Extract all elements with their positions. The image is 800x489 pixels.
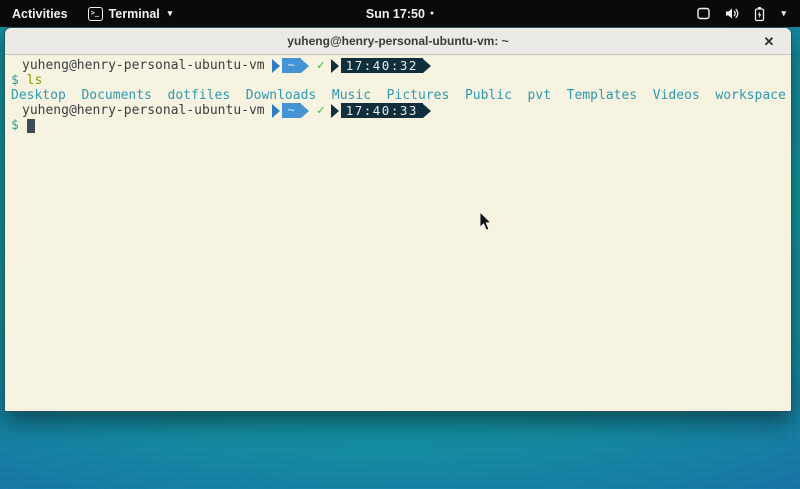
powerline-arrow-icon	[423, 59, 431, 73]
prompt-path-label: ~	[282, 103, 301, 118]
window-title: yuheng@henry-personal-ubuntu-vm: ~	[287, 34, 508, 48]
terminal-cursor	[27, 119, 35, 133]
directory-entry: Pictures	[387, 88, 450, 103]
powerline-arrow-icon	[423, 104, 431, 118]
clock-button[interactable]: Sun 17:50 ●	[366, 0, 434, 27]
notification-dot-icon: ●	[430, 10, 434, 17]
terminal-content[interactable]: yuheng@henry-personal-ubuntu-vm ~ ✓ 17:4…	[5, 55, 791, 412]
display-icon	[696, 6, 711, 21]
prompt-time-label: 17:40:32	[341, 58, 423, 73]
powerline-arrow-icon	[272, 104, 280, 118]
clock-label: Sun 17:50	[366, 7, 425, 21]
prompt-path-label: ~	[282, 58, 301, 73]
chevron-down-icon: ▾	[168, 9, 173, 18]
battery-charging-icon	[753, 6, 766, 22]
prompt-time-label: 17:40:33	[341, 103, 423, 118]
directory-entry: Videos	[653, 88, 700, 103]
powerline-arrow-icon	[272, 59, 280, 73]
powerline-arrow-icon	[331, 59, 339, 73]
directory-entry: Documents	[81, 88, 151, 103]
powerline-arrow-icon	[301, 59, 309, 73]
prompt-user-host: yuheng@henry-personal-ubuntu-vm	[22, 103, 265, 118]
terminal-window: yuheng@henry-personal-ubuntu-vm: ~ ✕ yuh…	[4, 27, 792, 412]
command-line: $ ls	[7, 73, 789, 88]
ls-output-line: Desktop Documents dotfiles Downloads Mus…	[7, 88, 789, 103]
prompt-path-badge: ~	[272, 58, 309, 73]
app-menu-button[interactable]: >_ Terminal ▾	[88, 7, 173, 21]
status-check-icon: ✓	[317, 103, 325, 118]
window-titlebar[interactable]: yuheng@henry-personal-ubuntu-vm: ~ ✕	[5, 28, 791, 55]
terminal-app-icon: >_	[88, 7, 103, 21]
status-chevron-down-icon: ▾	[781, 9, 786, 18]
desktop: Activities >_ Terminal ▾ Sun 17:50 ● ▾	[0, 0, 800, 489]
gnome-top-bar: Activities >_ Terminal ▾ Sun 17:50 ● ▾	[0, 0, 800, 27]
directory-entry: Downloads	[246, 88, 316, 103]
input-line[interactable]: $	[7, 118, 789, 133]
directory-entry: Music	[332, 88, 371, 103]
directory-entry: workspace	[715, 88, 785, 103]
close-icon[interactable]: ✕	[757, 28, 781, 55]
directory-entry: pvt	[528, 88, 551, 103]
prompt-path-badge: ~	[272, 103, 309, 118]
powerline-arrow-icon	[301, 104, 309, 118]
directory-entry: Desktop	[11, 88, 66, 103]
status-check-icon: ✓	[317, 58, 325, 73]
prompt-user-host: yuheng@henry-personal-ubuntu-vm	[22, 58, 265, 73]
app-menu-label: Terminal	[109, 7, 160, 21]
powerline-arrow-icon	[331, 104, 339, 118]
prompt-line-1: yuheng@henry-personal-ubuntu-vm ~ ✓ 17:4…	[7, 58, 789, 73]
volume-icon	[724, 6, 740, 21]
prompt-symbol: $	[11, 118, 19, 133]
activities-button[interactable]: Activities	[12, 7, 68, 21]
prompt-time-badge: 17:40:32	[331, 58, 431, 73]
directory-entry: Templates	[567, 88, 637, 103]
prompt-symbol: $	[11, 73, 19, 88]
directory-entry: dotfiles	[168, 88, 231, 103]
directory-entry: Public	[465, 88, 512, 103]
prompt-line-2: yuheng@henry-personal-ubuntu-vm ~ ✓ 17:4…	[7, 103, 789, 118]
typed-command: ls	[27, 73, 43, 88]
prompt-time-badge: 17:40:33	[331, 103, 431, 118]
system-status-area[interactable]: ▾	[690, 0, 792, 27]
